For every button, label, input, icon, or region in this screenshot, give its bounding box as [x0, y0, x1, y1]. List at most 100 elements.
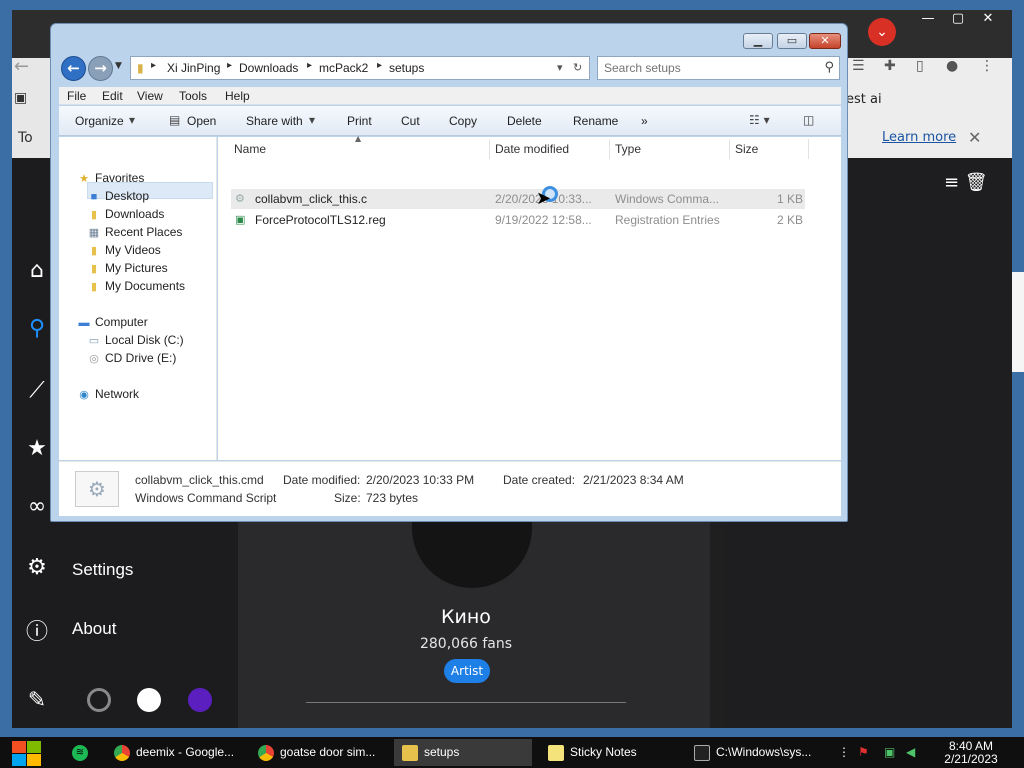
star-icon[interactable]: ★ [22, 436, 52, 461]
print-button[interactable]: Print [347, 114, 372, 128]
nav-label: CD Drive (E:) [105, 351, 177, 365]
chrome-menu-icon[interactable]: ⋮ [980, 58, 994, 74]
puzzle-icon[interactable]: ✚ [884, 58, 896, 74]
share-with-button[interactable]: Share with [246, 114, 303, 128]
taskbar-app-setups[interactable]: setups [394, 739, 532, 766]
nav-desktop[interactable]: ■ Desktop [87, 189, 149, 203]
chevron-right-icon[interactable]: ▸ [227, 60, 232, 71]
taskbar-app-deemix[interactable]: deemix - Google... [106, 739, 244, 766]
gear-icon[interactable]: ⚙ [22, 555, 52, 580]
column-header-name[interactable]: Name [234, 142, 266, 156]
taskbar-app-sticky-notes[interactable]: Sticky Notes [540, 739, 678, 766]
breadcrumb-item[interactable]: mcPack2 [319, 61, 368, 75]
taskbar-clock[interactable]: 8:40 AM 2/21/2023 [936, 740, 1006, 766]
preview-pane-icon[interactable]: ◫ [803, 113, 814, 127]
open-button[interactable]: Open [187, 114, 216, 128]
delete-button[interactable]: Delete [507, 114, 542, 128]
column-header-size[interactable]: Size [735, 142, 758, 156]
back-button[interactable]: ← [61, 56, 86, 81]
maximize-button[interactable]: ▭ [777, 33, 807, 49]
menu-tools[interactable]: Tools [179, 89, 207, 103]
chart-icon[interactable]: ⟋ [22, 378, 52, 403]
chrome-back-icon[interactable]: ← [14, 56, 29, 77]
recent-pages-chevron-icon[interactable]: ▼ [115, 61, 122, 71]
forward-button[interactable]: → [88, 56, 113, 81]
tray-overflow-icon[interactable]: ⋮ [838, 745, 850, 759]
organize-button[interactable]: Organize [75, 114, 124, 128]
rename-button[interactable]: Rename [573, 114, 618, 128]
banner-close-icon[interactable]: ✕ [968, 128, 981, 147]
home-icon[interactable]: ⌂ [22, 258, 52, 283]
address-bar[interactable]: ▮ ▸ Xi JinPing ▸ Downloads ▸ mcPack2 ▸ s… [130, 56, 590, 80]
nav-downloads[interactable]: ▮ Downloads [87, 207, 164, 221]
more-commands-button[interactable]: » [641, 114, 648, 128]
queue-actions-icon[interactable]: ≡ 🗑 [944, 172, 988, 193]
menu-edit[interactable]: Edit [102, 89, 123, 103]
settings-link[interactable]: Settings [72, 560, 133, 580]
avatar-icon[interactable]: ● [946, 58, 958, 74]
column-separator[interactable] [489, 139, 490, 159]
theme-purple-button[interactable] [188, 688, 212, 712]
nav-favorites[interactable]: ★ Favorites [77, 171, 144, 185]
column-header-type[interactable]: Type [615, 142, 641, 156]
search-icon[interactable]: ⚲ [824, 60, 834, 75]
chevron-right-icon[interactable]: ▸ [377, 60, 382, 71]
nav-cd-drive[interactable]: ◎ CD Drive (E:) [87, 351, 176, 365]
column-header-date[interactable]: Date modified [495, 142, 569, 156]
column-separator[interactable] [609, 139, 610, 159]
table-row[interactable]: ⚙ collabvm_click_this.cmd 2/20/2023 10:3… [231, 189, 805, 209]
nav-computer[interactable]: ▬ Computer [77, 315, 148, 329]
search-input[interactable] [604, 60, 814, 76]
column-separator[interactable] [808, 139, 809, 159]
chevron-right-icon[interactable]: ▸ [151, 60, 156, 71]
breadcrumb-item[interactable]: Xi JinPing [167, 61, 220, 75]
file-name: ForceProtocolTLS12.reg [255, 213, 386, 227]
chrome-close-button[interactable]: ✕ [972, 10, 1004, 30]
action-center-flag-icon[interactable]: ⚑ [858, 745, 869, 759]
table-row[interactable]: ▣ ForceProtocolTLS12.reg 9/19/2022 12:58… [231, 210, 805, 230]
theme-dark-button[interactable] [87, 688, 111, 712]
link-icon[interactable]: ∞ [22, 494, 52, 519]
nav-my-pictures[interactable]: ▮ My Pictures [87, 261, 168, 275]
chevron-right-icon[interactable]: ▸ [307, 60, 312, 71]
nav-network[interactable]: ◉ Network [77, 387, 139, 401]
breadcrumb-item[interactable]: Downloads [239, 61, 298, 75]
refresh-icon[interactable]: ↻ [573, 61, 582, 74]
start-button[interactable] [10, 739, 44, 766]
cut-button[interactable]: Cut [401, 114, 420, 128]
explorer-window: ▁ ▭ ✕ ← → ▼ ▮ ▸ Xi JinPing ▸ Downloads ▸… [50, 23, 848, 522]
chrome-maximize-button[interactable]: ▢ [942, 10, 974, 30]
menu-file[interactable]: File [67, 89, 86, 103]
minimize-button[interactable]: ▁ [743, 33, 773, 49]
learn-more-link[interactable]: Learn more [882, 130, 956, 145]
nav-my-documents[interactable]: ▮ My Documents [87, 279, 185, 293]
info-icon[interactable]: ⓘ [22, 614, 52, 646]
network-tray-icon[interactable]: ▣ [884, 745, 895, 759]
theme-light-button[interactable] [137, 688, 161, 712]
address-dropdown-chevron-icon[interactable]: ▾ [557, 61, 563, 74]
column-separator[interactable] [729, 139, 730, 159]
search-icon[interactable]: ⚲ [22, 316, 52, 341]
taskbar-app-goatse[interactable]: goatse door sim... [250, 739, 388, 766]
taskbar-app-cmd[interactable]: C:\Windows\sys... [686, 739, 824, 766]
menu-help[interactable]: Help [225, 89, 250, 103]
chrome-minimize-button[interactable]: — [912, 10, 944, 30]
translate-icon[interactable]: ☰ [852, 58, 865, 74]
nav-my-videos[interactable]: ▮ My Videos [87, 243, 161, 257]
volume-icon[interactable]: ◀ [906, 745, 915, 759]
nav-local-disk[interactable]: ▭ Local Disk (C:) [87, 333, 184, 347]
menu-view[interactable]: View [137, 89, 163, 103]
nav-recent-places[interactable]: ▦ Recent Places [87, 225, 183, 239]
share-chevron-down-icon[interactable]: ▾ [309, 113, 315, 127]
organize-chevron-down-icon[interactable]: ▾ [129, 113, 135, 127]
close-button[interactable]: ✕ [809, 33, 841, 49]
copy-button[interactable]: Copy [449, 114, 477, 128]
chrome-extension-icon[interactable]: ▣ [14, 90, 27, 106]
sidepanel-icon[interactable]: ▯ [916, 58, 924, 74]
chrome-profile-chevron-icon[interactable]: ⌄ [868, 18, 896, 46]
search-box[interactable]: ⚲ [597, 56, 840, 80]
view-options-icon[interactable]: ☷ ▾ [749, 113, 770, 127]
breadcrumb-item[interactable]: setups [389, 61, 424, 75]
about-link[interactable]: About [72, 619, 116, 639]
taskbar-spotify[interactable]: ≋ [64, 739, 100, 766]
